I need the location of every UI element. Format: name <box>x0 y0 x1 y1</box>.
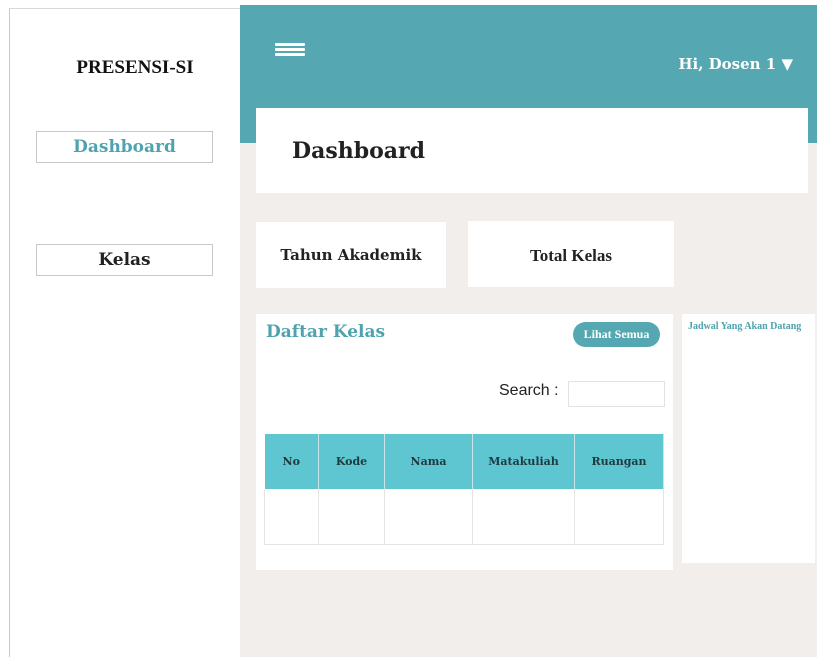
search-input[interactable] <box>568 381 665 407</box>
sidebar-item-kelas[interactable]: Kelas <box>36 244 213 276</box>
column-header-ruangan[interactable]: Ruangan <box>574 434 664 489</box>
brand-logo: PRESENSI-SI <box>76 57 194 78</box>
search-label: Search : <box>499 382 559 399</box>
upcoming-schedule-title: Jadwal Yang Akan Datang <box>688 321 802 332</box>
table-row <box>264 489 664 545</box>
column-header-nama[interactable]: Nama <box>384 434 473 489</box>
view-all-button[interactable]: Lihat Semua <box>573 322 660 347</box>
hamburger-line <box>275 43 305 46</box>
table-cell <box>574 489 664 545</box>
column-header-kode[interactable]: Kode <box>318 434 385 489</box>
sidebar: PRESENSI-SI Dashboard Kelas <box>10 9 240 657</box>
class-list-title: Daftar Kelas <box>266 322 386 342</box>
table-cell <box>318 489 385 545</box>
stat-card-total-kelas: Total Kelas <box>468 221 674 287</box>
user-menu-dropdown[interactable]: Hi, Dosen 1 ▼ <box>678 55 793 73</box>
class-table: No Kode Nama Matakuliah Ruangan <box>264 434 664 545</box>
stat-label: Tahun Akademik <box>280 246 422 264</box>
stat-card-tahun-akademik: Tahun Akademik <box>256 222 446 288</box>
table-cell <box>384 489 473 545</box>
title-card: Dashboard <box>256 108 808 193</box>
hamburger-menu-icon[interactable] <box>275 43 305 57</box>
sidebar-item-dashboard[interactable]: Dashboard <box>36 131 213 163</box>
table-cell <box>264 489 319 545</box>
stat-label: Total Kelas <box>529 246 613 265</box>
hamburger-line <box>275 53 305 56</box>
table-cell <box>472 489 575 545</box>
page-title: Dashboard <box>292 138 425 164</box>
column-header-matakuliah[interactable]: Matakuliah <box>472 434 575 489</box>
column-header-no[interactable]: No <box>264 434 319 489</box>
hamburger-line <box>275 48 305 51</box>
class-list-card: Daftar Kelas Lihat Semua Search : No Kod… <box>256 314 673 570</box>
upcoming-schedule-card: Jadwal Yang Akan Datang <box>682 314 815 563</box>
table-header-row: No Kode Nama Matakuliah Ruangan <box>264 434 664 489</box>
